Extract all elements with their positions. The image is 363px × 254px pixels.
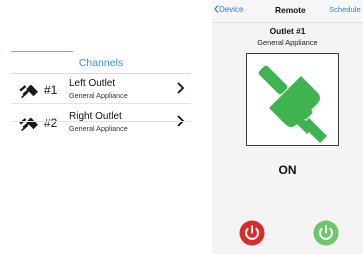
plug-icon [19, 117, 38, 131]
channels-header: Channels [78, 57, 124, 69]
chevron-right-icon [177, 82, 185, 94]
plug-icon [258, 65, 327, 143]
outlet-image [246, 53, 339, 146]
divider [11, 73, 191, 74]
back-button[interactable]: Device [214, 5, 243, 14]
remote-screen: Device Remote Schedule Outlet #1 General… [212, 0, 363, 254]
channel-row-right-outlet[interactable]: #2 Right Outlet General Appliance [11, 108, 191, 136]
channel-type: General Appliance [69, 91, 128, 100]
power-on-button[interactable] [313, 220, 339, 246]
back-button-label: Device [219, 5, 244, 14]
channel-type: General Appliance [69, 124, 128, 133]
channel-row-left-outlet[interactable]: #1 Left Outlet General Appliance [11, 75, 191, 103]
divider [11, 103, 191, 104]
channel-name: Left Outlet [69, 78, 116, 89]
outlet-title: Outlet #1 [269, 26, 306, 36]
page-title: Remote [275, 5, 306, 15]
schedule-button[interactable]: Schedule [329, 5, 361, 14]
outlet-type: General Appliance [257, 38, 318, 47]
power-off-button[interactable] [239, 220, 265, 246]
channel-number: #2 [44, 116, 58, 130]
divider [11, 121, 191, 122]
plug-icon [19, 84, 38, 98]
tab-underline [11, 51, 73, 52]
outlet-state: ON [278, 163, 297, 177]
nav-bar: Device Remote Schedule [212, 0, 363, 23]
channel-number: #1 [44, 83, 58, 97]
